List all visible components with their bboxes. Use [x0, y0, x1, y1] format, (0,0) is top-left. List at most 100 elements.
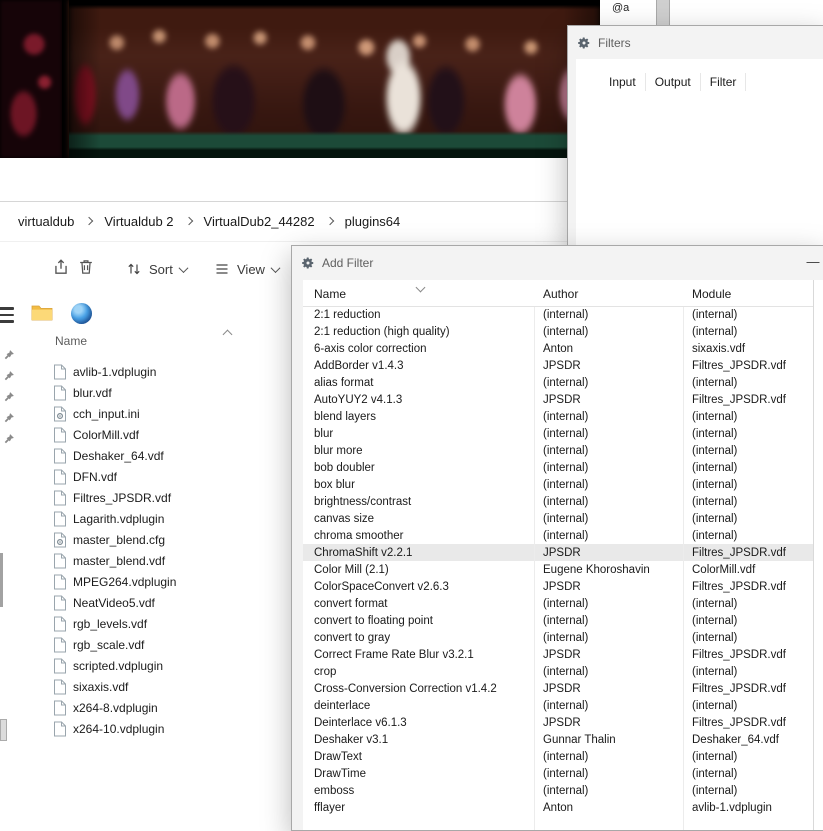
sort-button[interactable]: Sort	[120, 256, 193, 282]
filter-row[interactable]: ChromaShift v2.2.1 JPSDR Filtres_JPSDR.vdf	[303, 544, 813, 561]
scrollbar-thumb[interactable]	[0, 553, 3, 607]
file-item[interactable]: rgb_scale.vdf	[0, 634, 290, 655]
file-item[interactable]: NeatVideo5.vdf	[0, 592, 290, 613]
globe-icon[interactable]	[71, 303, 92, 324]
file-item[interactable]: avlib-1.vdplugin	[0, 361, 290, 382]
filter-row[interactable]: AutoYUY2 v4.1.3 JPSDR Filtres_JPSDR.vdf	[303, 391, 813, 408]
file-item[interactable]: cch_input.ini	[0, 403, 290, 424]
file-name: Filtres_JPSDR.vdf	[73, 490, 172, 505]
filter-row[interactable]: Deshaker v3.1 Gunnar Thalin Deshaker_64.vd…	[303, 731, 813, 748]
filter-cell-name: blur more	[314, 444, 363, 457]
delete-icon[interactable]	[77, 258, 97, 278]
filter-row[interactable]: emboss (internal) (internal)	[303, 782, 813, 799]
file-item[interactable]: MPEG264.vdplugin	[0, 571, 290, 592]
filter-cell-author: (internal)	[543, 597, 589, 610]
filter-row[interactable]: crop (internal) (internal)	[303, 663, 813, 680]
breadcrumb-chevron-icon[interactable]	[85, 216, 94, 226]
breadcrumb-item[interactable]: virtualdub	[18, 214, 74, 229]
filter-cell-module: (internal)	[692, 614, 738, 627]
filter-cell-module: (internal)	[692, 665, 738, 678]
filter-row[interactable]: deinterlace (internal) (internal)	[303, 697, 813, 714]
folder-icon[interactable]	[31, 303, 53, 326]
file-item[interactable]: master_blend.vdf	[0, 550, 290, 571]
filter-row[interactable]: blend layers (internal) (internal)	[303, 408, 813, 425]
breadcrumb-item[interactable]: Virtualdub 2	[104, 214, 173, 229]
filter-cell-module: Deshaker_64.vdf	[692, 733, 779, 746]
file-item[interactable]: master_blend.cfg	[0, 529, 290, 550]
file-item[interactable]: sixaxis.vdf	[0, 676, 290, 697]
file-item[interactable]: Lagarith.vdplugin	[0, 508, 290, 529]
filter-row[interactable]: blur (internal) (internal)	[303, 425, 813, 442]
filter-cell-module: avlib-1.vdplugin	[692, 801, 772, 814]
file-name: Lagarith.vdplugin	[73, 511, 165, 526]
filter-row[interactable]: Deinterlace v6.1.3 JPSDR Filtres_JPSDR.vdf	[303, 714, 813, 731]
breadcrumb-item[interactable]: plugins64	[345, 214, 401, 229]
filter-cell-author: (internal)	[543, 478, 589, 491]
filter-row[interactable]: AddBorder v1.4.3 JPSDR Filtres_JPSDR.vdf	[303, 357, 813, 374]
filter-row[interactable]: brightness/contrast (internal) (internal)	[303, 493, 813, 510]
document-file-icon	[53, 511, 67, 527]
filter-cell-module: Filtres_JPSDR.vdf	[692, 648, 786, 661]
breadcrumb-chevron-icon[interactable]	[184, 216, 193, 226]
document-file-icon	[53, 637, 67, 653]
pin-icon	[3, 369, 15, 381]
filter-row[interactable]: alias format (internal) (internal)	[303, 374, 813, 391]
filter-row[interactable]: 2:1 reduction (high quality) (internal) (i…	[303, 323, 813, 340]
file-list-items: avlib-1.vdplugin blur.vdf cch_input.ini Col…	[0, 361, 290, 739]
column-header-author[interactable]: Author	[534, 280, 683, 306]
filter-row[interactable]: canvas size (internal) (internal)	[303, 510, 813, 527]
filters-column-filter[interactable]: Filter	[701, 73, 747, 91]
scrollbar-fragment[interactable]	[0, 719, 7, 741]
minimize-icon[interactable]: —	[804, 254, 822, 270]
file-item[interactable]: Filtres_JPSDR.vdf	[0, 487, 290, 508]
filter-cell-module: Filtres_JPSDR.vdf	[692, 546, 786, 559]
breadcrumb-chevron-icon[interactable]	[325, 216, 334, 226]
filter-row[interactable]: 6-axis color correction Anton sixaxis.vdf	[303, 340, 813, 357]
filter-row[interactable]: DrawText (internal) (internal)	[303, 748, 813, 765]
file-item[interactable]: blur.vdf	[0, 382, 290, 403]
filter-row[interactable]: Color Mill (2.1) Eugene Khoroshavin ColorM…	[303, 561, 813, 578]
filter-row[interactable]: box blur (internal) (internal)	[303, 476, 813, 493]
file-item[interactable]: x264-10.vdplugin	[0, 718, 290, 739]
filter-cell-module: (internal)	[692, 784, 738, 797]
filter-row[interactable]: convert to floating point (internal) (inte…	[303, 612, 813, 629]
file-list-header[interactable]: Name	[55, 334, 87, 348]
filters-column-output[interactable]: Output	[646, 73, 701, 91]
filter-row[interactable]: Cross-Conversion Correction v1.4.2 JPSDR F…	[303, 680, 813, 697]
filter-row[interactable]: fflayer Anton avlib-1.vdplugin	[303, 799, 813, 816]
filter-row[interactable]: Correct Frame Rate Blur v3.2.1 JPSDR Filtr…	[303, 646, 813, 663]
breadcrumb-item[interactable]: VirtualDub2_44282	[204, 214, 315, 229]
filter-row[interactable]: ColorSpaceConvert v2.6.3 JPSDR Filtres_JPS…	[303, 578, 813, 595]
filter-row[interactable]: convert format (internal) (internal)	[303, 595, 813, 612]
filter-cell-author: (internal)	[543, 376, 589, 389]
filter-cell-author: (internal)	[543, 665, 589, 678]
filters-column-input[interactable]: Input	[600, 73, 646, 91]
file-item[interactable]: scripted.vdplugin	[0, 655, 290, 676]
add-filter-titlebar[interactable]: Add Filter —	[292, 246, 823, 279]
document-file-icon	[53, 448, 67, 464]
share-icon[interactable]	[52, 258, 72, 278]
file-item[interactable]: Deshaker_64.vdf	[0, 445, 290, 466]
document-file-icon	[53, 385, 67, 401]
filter-cell-author: JPSDR	[543, 682, 581, 695]
background-scrollbar[interactable]	[656, 0, 670, 27]
file-item[interactable]: ColorMill.vdf	[0, 424, 290, 445]
filter-row[interactable]: chroma smoother (internal) (internal)	[303, 527, 813, 544]
filter-row[interactable]: blur more (internal) (internal)	[303, 442, 813, 459]
filter-cell-author: (internal)	[543, 750, 589, 763]
filters-titlebar[interactable]: Filters	[568, 26, 823, 59]
menu-icon[interactable]	[0, 303, 14, 325]
file-name: MPEG264.vdplugin	[73, 574, 177, 589]
file-item[interactable]: DFN.vdf	[0, 466, 290, 487]
filter-row[interactable]: DrawTime (internal) (internal)	[303, 765, 813, 782]
filter-cell-module: Filtres_JPSDR.vdf	[692, 716, 786, 729]
filter-row[interactable]: convert to gray (internal) (internal)	[303, 629, 813, 646]
config-file-icon	[53, 406, 67, 422]
filter-row[interactable]: 2:1 reduction (internal) (internal)	[303, 306, 813, 323]
column-header-module[interactable]: Module	[683, 280, 813, 306]
file-name: blur.vdf	[73, 385, 112, 400]
filter-row[interactable]: bob doubler (internal) (internal)	[303, 459, 813, 476]
file-item[interactable]: x264-8.vdplugin	[0, 697, 290, 718]
file-item[interactable]: rgb_levels.vdf	[0, 613, 290, 634]
view-button[interactable]: View	[208, 256, 285, 282]
